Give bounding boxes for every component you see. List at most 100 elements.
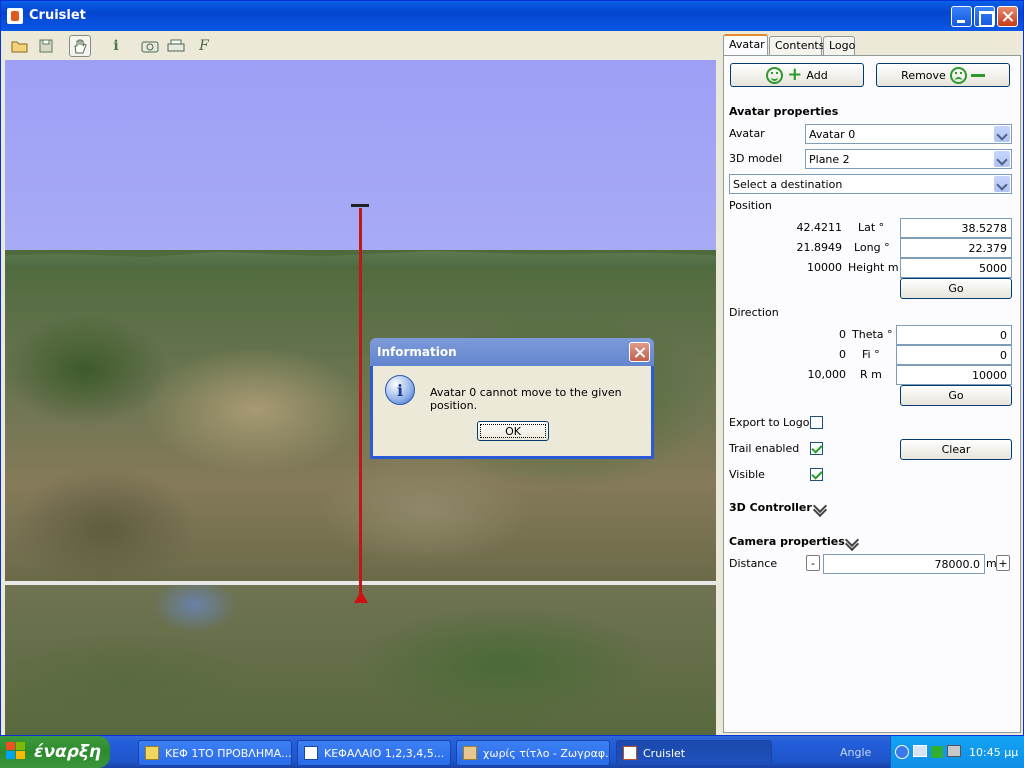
fi-current: 0 bbox=[839, 348, 846, 361]
open-folder-icon[interactable] bbox=[9, 35, 31, 57]
minimize-button[interactable] bbox=[951, 6, 972, 27]
fi-label: Fi ° bbox=[862, 348, 880, 361]
height-current: 10000 bbox=[807, 261, 842, 274]
hand-pan-icon[interactable] bbox=[69, 35, 91, 57]
language-indicator[interactable]: Angle bbox=[840, 746, 871, 759]
avatar-select-value: Avatar 0 bbox=[809, 128, 856, 141]
java-app-icon bbox=[623, 746, 637, 760]
avatar-select[interactable]: Avatar 0 bbox=[805, 124, 1012, 144]
folder-icon bbox=[145, 746, 159, 760]
toolbar: i F bbox=[5, 32, 717, 60]
long-current: 21.8949 bbox=[796, 241, 843, 254]
destination-select-value: Select a destination bbox=[733, 178, 843, 191]
back-arrow-icon[interactable] bbox=[895, 745, 909, 759]
tab-contents[interactable]: Contents bbox=[769, 36, 824, 55]
tab-logo[interactable]: Logo bbox=[823, 36, 855, 55]
properties-panel: Avatar Contents Logo + Add Remove Avatar… bbox=[721, 32, 1023, 735]
height-input[interactable]: 5000 bbox=[900, 258, 1012, 278]
avatar-cone-marker bbox=[354, 591, 368, 603]
java-app-icon bbox=[7, 8, 23, 24]
add-label: Add bbox=[806, 68, 828, 82]
dialog-message: Avatar 0 cannot move to the given positi… bbox=[430, 386, 622, 412]
title-bar: Cruislet bbox=[1, 1, 1023, 31]
avatar-properties-heading: Avatar properties bbox=[729, 105, 839, 118]
windows-logo-icon bbox=[6, 742, 28, 762]
lat-label: Lat ° bbox=[858, 221, 885, 234]
trail-label: Trail enabled bbox=[729, 442, 800, 455]
task-label: Cruislet bbox=[643, 746, 686, 760]
camera-heading: Camera properties bbox=[729, 535, 845, 548]
tab-avatar[interactable]: Avatar bbox=[723, 34, 768, 56]
info-icon[interactable]: i bbox=[105, 35, 127, 57]
export-label: Export to Logo bbox=[729, 416, 810, 429]
remove-label: Remove bbox=[901, 68, 946, 82]
task-folder[interactable]: ΚΕΦ 1ΤΟ ΠΡΟΒΛΗΜΑ... bbox=[138, 740, 292, 766]
avatar-top-marker bbox=[351, 204, 369, 207]
visible-label: Visible bbox=[729, 468, 765, 481]
distance-input[interactable]: 78000.0 bbox=[823, 554, 985, 574]
avatar-label: Avatar bbox=[729, 127, 765, 140]
taskbar: έναρξη ΚΕΦ 1ΤΟ ΠΡΟΒΛΗΜΑ... ΚΕΦΑΛΑΙΟ 1,2,… bbox=[0, 736, 1024, 768]
r-label: R m bbox=[860, 368, 882, 381]
visible-checkbox[interactable] bbox=[810, 468, 823, 481]
avatar-tab-content: + Add Remove Avatar properties Avatar Av… bbox=[723, 55, 1021, 733]
save-icon[interactable] bbox=[35, 35, 57, 57]
expand-chevron-icon[interactable] bbox=[846, 538, 858, 548]
r-input[interactable]: 10000 bbox=[896, 365, 1012, 385]
long-input[interactable]: 22.379 bbox=[900, 238, 1012, 258]
distance-label: Distance bbox=[729, 557, 778, 570]
happy-face-icon bbox=[766, 66, 784, 84]
close-window-button[interactable] bbox=[997, 6, 1018, 27]
camera-icon[interactable] bbox=[139, 35, 161, 57]
sad-face-icon bbox=[949, 66, 967, 84]
distance-minus-button[interactable]: - bbox=[806, 555, 820, 571]
task-cruislet[interactable]: Cruislet bbox=[616, 740, 772, 766]
destination-select[interactable]: Select a destination bbox=[729, 174, 1012, 194]
maximize-button[interactable] bbox=[974, 6, 995, 27]
distance-plus-button[interactable]: + bbox=[996, 555, 1010, 571]
chevron-down-icon bbox=[994, 176, 1010, 192]
ok-button[interactable]: OK bbox=[477, 421, 549, 441]
expand-chevron-icon[interactable] bbox=[814, 504, 826, 514]
export-to-logo-checkbox[interactable] bbox=[810, 416, 823, 429]
avatar-trail-line bbox=[359, 208, 362, 598]
dialog-close-button[interactable] bbox=[629, 342, 650, 362]
task-label: ΚΕΦΑΛΑΙΟ 1,2,3,4,5... bbox=[324, 746, 445, 760]
network-icon[interactable] bbox=[913, 745, 927, 757]
start-button[interactable]: έναρξη bbox=[0, 736, 110, 768]
chevron-down-icon bbox=[994, 151, 1010, 167]
minus-icon bbox=[970, 73, 985, 77]
app-window: Cruislet i F Information i Avatar 0 cann… bbox=[0, 0, 1024, 736]
word-document-icon bbox=[304, 746, 318, 760]
fi-input[interactable]: 0 bbox=[896, 345, 1012, 365]
task-word[interactable]: ΚΕΦΑΛΑΙΟ 1,2,3,4,5... bbox=[297, 740, 451, 766]
long-label: Long ° bbox=[854, 241, 890, 254]
position-heading: Position bbox=[729, 199, 772, 212]
terrain-lower bbox=[5, 585, 716, 735]
lat-current: 42.4211 bbox=[796, 221, 843, 234]
dialog-title: Information bbox=[377, 345, 457, 359]
monitor-icon[interactable] bbox=[947, 745, 961, 757]
theta-label: Theta ° bbox=[852, 328, 893, 341]
add-avatar-button[interactable]: + Add bbox=[730, 63, 864, 87]
theta-current: 0 bbox=[839, 328, 846, 341]
information-icon: i bbox=[385, 375, 415, 405]
clear-button[interactable]: Clear bbox=[900, 439, 1012, 460]
task-paint[interactable]: χωρίς τίτλο - Ζωγραφ... bbox=[456, 740, 610, 766]
trail-enabled-checkbox[interactable] bbox=[810, 442, 823, 455]
r-current: 10,000 bbox=[807, 368, 847, 381]
signal-icon[interactable] bbox=[931, 746, 943, 758]
lat-input[interactable]: 38.5278 bbox=[900, 218, 1012, 238]
window-title: Cruislet bbox=[29, 8, 86, 23]
model-select-value: Plane 2 bbox=[809, 153, 850, 166]
function-icon[interactable]: F bbox=[193, 35, 215, 57]
go-position-button[interactable]: Go bbox=[900, 278, 1012, 299]
remove-avatar-button[interactable]: Remove bbox=[876, 63, 1010, 87]
task-label: ΚΕΦ 1ΤΟ ΠΡΟΒΛΗΜΑ... bbox=[165, 746, 292, 760]
go-direction-button[interactable]: Go bbox=[900, 385, 1012, 406]
printer-icon[interactable] bbox=[165, 35, 187, 57]
paint-icon bbox=[463, 746, 477, 760]
model-select[interactable]: Plane 2 bbox=[805, 149, 1012, 169]
theta-input[interactable]: 0 bbox=[896, 325, 1012, 345]
clock: 10:45 μμ bbox=[969, 746, 1019, 759]
